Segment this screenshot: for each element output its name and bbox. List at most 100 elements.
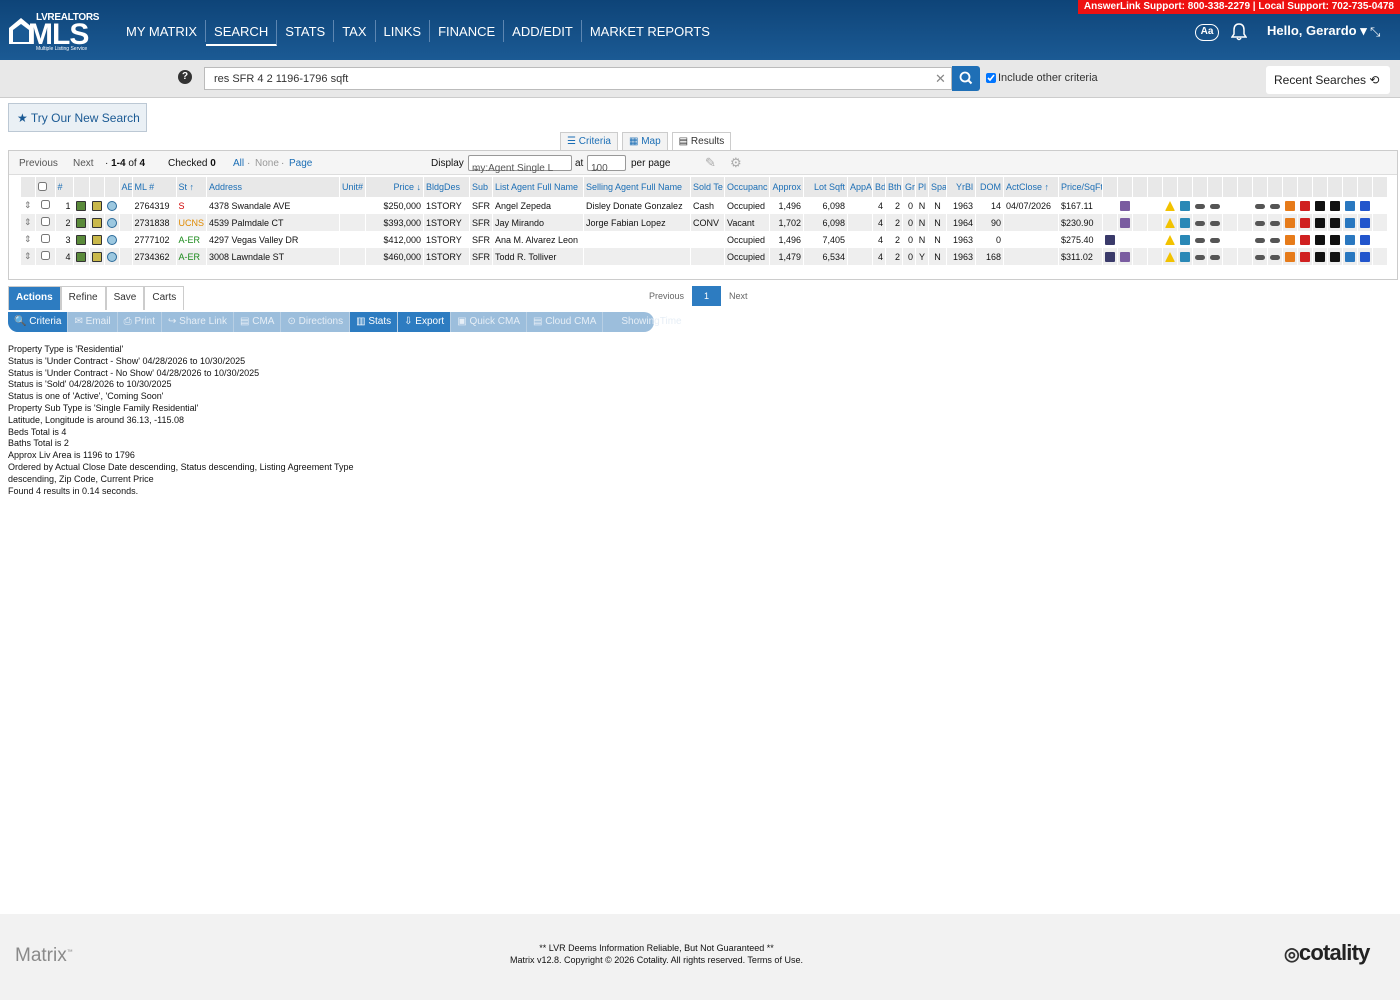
col-ml-number[interactable]: ML #	[132, 177, 177, 197]
col-address-value[interactable]: 4378 Swandale AVE	[209, 201, 290, 211]
history-icon[interactable]	[1177, 231, 1194, 248]
tx-icon[interactable]	[1312, 214, 1329, 231]
document-icon[interactable]	[89, 231, 105, 248]
help-icon[interactable]: ?	[178, 70, 192, 84]
link-icon[interactable]	[1207, 214, 1224, 231]
tab-actions[interactable]: Actions	[8, 286, 61, 310]
select-all-link[interactable]: All	[233, 158, 244, 169]
col-spa[interactable]: Spa	[928, 177, 948, 197]
col-bldgdes[interactable]: BldgDes	[423, 177, 471, 197]
next-link[interactable]: Next	[73, 158, 94, 169]
col-gr[interactable]: Gr	[902, 177, 917, 197]
col-bd[interactable]: Bd	[872, 177, 887, 197]
cma-button[interactable]: ▤ CMA	[234, 312, 282, 332]
select-page-link[interactable]: Page	[289, 158, 312, 169]
photo-thumbnail-icon[interactable]	[1102, 248, 1119, 265]
col-address-value[interactable]: 3008 Lawndale ST	[209, 252, 284, 262]
col-address-value[interactable]: 4297 Vegas Valley DR	[209, 235, 298, 245]
col-bth[interactable]: Bth	[885, 177, 904, 197]
col-list-agent[interactable]: List Agent Full Name	[492, 177, 585, 197]
warning-icon[interactable]	[1162, 197, 1179, 214]
row-checkbox[interactable]	[40, 217, 50, 226]
cma-icon[interactable]	[1297, 231, 1314, 248]
row-checkbox[interactable]	[40, 234, 50, 243]
history-icon[interactable]	[104, 231, 120, 248]
history-icon[interactable]	[1177, 248, 1194, 265]
col-pl[interactable]: Pl	[915, 177, 930, 197]
col-history[interactable]	[104, 177, 120, 197]
edit-icon[interactable]: ✎	[705, 155, 716, 171]
tx-icon[interactable]	[1312, 248, 1329, 265]
col-address[interactable]: 4539 Palmdale CT	[206, 214, 341, 231]
link-icon[interactable]	[1267, 197, 1284, 214]
col-photo[interactable]	[73, 177, 90, 197]
clear-icon[interactable]: ✕	[935, 71, 946, 87]
col-sold-terms[interactable]: Sold Te	[690, 177, 726, 197]
next-page-link[interactable]: Next	[729, 291, 748, 301]
link-icon[interactable]	[1207, 248, 1224, 265]
cloud-cma-button[interactable]: ▤ Cloud CMA	[527, 312, 604, 332]
display-select[interactable]: my:Agent Single L ⌄	[468, 155, 572, 174]
percent-icon[interactable]	[1357, 248, 1374, 265]
col-approx[interactable]: Approx	[769, 177, 805, 197]
drag-handle-icon[interactable]: ⇕	[21, 214, 36, 231]
warning-icon[interactable]	[1162, 214, 1179, 231]
col-doc[interactable]	[89, 177, 105, 197]
percent-icon[interactable]	[1357, 231, 1374, 248]
col-ae[interactable]: AE	[119, 177, 133, 197]
include-other-criteria[interactable]: Include other criteria	[986, 72, 1098, 84]
per-page-select[interactable]: 100 ⌄	[587, 155, 626, 174]
export-button[interactable]: ⇩ Export	[398, 312, 452, 332]
history-icon[interactable]	[104, 197, 120, 214]
history-icon[interactable]	[104, 248, 120, 265]
col-ml-number-value[interactable]: 2777102	[135, 235, 170, 245]
sort-asc-icon[interactable]: ↑	[187, 182, 195, 192]
nav-add-edit[interactable]: ADD/EDIT	[504, 20, 582, 42]
map-pin-icon[interactable]	[1117, 197, 1134, 214]
nav-my-matrix[interactable]: MY MATRIX	[118, 20, 207, 42]
map-pin-icon[interactable]	[1117, 214, 1134, 231]
col-occupancy[interactable]: Occupanc	[724, 177, 771, 197]
cma-icon[interactable]	[1297, 197, 1314, 214]
tab-carts[interactable]: Carts	[144, 286, 185, 310]
col-address[interactable]: 4378 Swandale AVE	[206, 197, 341, 214]
col-address[interactable]: 4297 Vegas Valley DR	[206, 231, 341, 248]
expand-icon[interactable]: ⤡	[1370, 24, 1380, 40]
select-all-checkbox[interactable]	[37, 181, 47, 191]
stats-button[interactable]: ▥ Stats	[350, 312, 399, 332]
row-checkbox-cell[interactable]	[35, 214, 56, 231]
cma-icon[interactable]	[1297, 248, 1314, 265]
link-icon[interactable]	[1192, 214, 1209, 231]
history-icon[interactable]	[1177, 214, 1194, 231]
nav-links[interactable]: LINKS	[376, 20, 431, 42]
photo-icon[interactable]	[73, 214, 90, 231]
table-row[interactable]: ⇕ 4 2734362 A-ER 3008 Lawndale ST $460,000 1ST…	[21, 248, 1389, 265]
tab-results[interactable]: ▤ Results	[671, 132, 732, 151]
col-ml-number-value[interactable]: 2764319	[135, 201, 170, 211]
nav-tax[interactable]: TAX	[334, 20, 376, 42]
current-page[interactable]: 1	[692, 286, 722, 306]
bank-icon[interactable]	[1342, 214, 1359, 231]
link-icon[interactable]	[1192, 231, 1209, 248]
col-ml-number-value[interactable]: 2734362	[135, 252, 170, 262]
percent-icon[interactable]	[1357, 197, 1374, 214]
m-icon[interactable]	[1327, 231, 1344, 248]
col-unit[interactable]: Unit#	[339, 177, 367, 197]
directions-button[interactable]: ⊙ Directions	[281, 312, 351, 332]
tab-criteria[interactable]: ☰ Criteria	[560, 132, 618, 150]
document-icon[interactable]	[89, 214, 105, 231]
link-icon[interactable]	[1267, 231, 1284, 248]
warning-icon[interactable]	[1162, 231, 1179, 248]
drag-handle-icon[interactable]: ⇕	[21, 248, 36, 265]
photo-icon[interactable]	[73, 197, 90, 214]
nav-finance[interactable]: FINANCE	[430, 20, 505, 42]
drag-handle-icon[interactable]: ⇕	[21, 231, 36, 248]
link-icon[interactable]	[1207, 197, 1224, 214]
col-number[interactable]: #	[55, 177, 74, 197]
row-checkbox-cell[interactable]	[35, 197, 56, 214]
tab-refine[interactable]: Refine	[60, 286, 106, 310]
previous-page-link[interactable]: Previous	[649, 291, 684, 301]
gear-icon[interactable]: ⚙	[730, 155, 742, 171]
photo-thumbnail-icon[interactable]	[1102, 231, 1119, 248]
col-ml-number[interactable]: 2764319	[132, 197, 177, 214]
